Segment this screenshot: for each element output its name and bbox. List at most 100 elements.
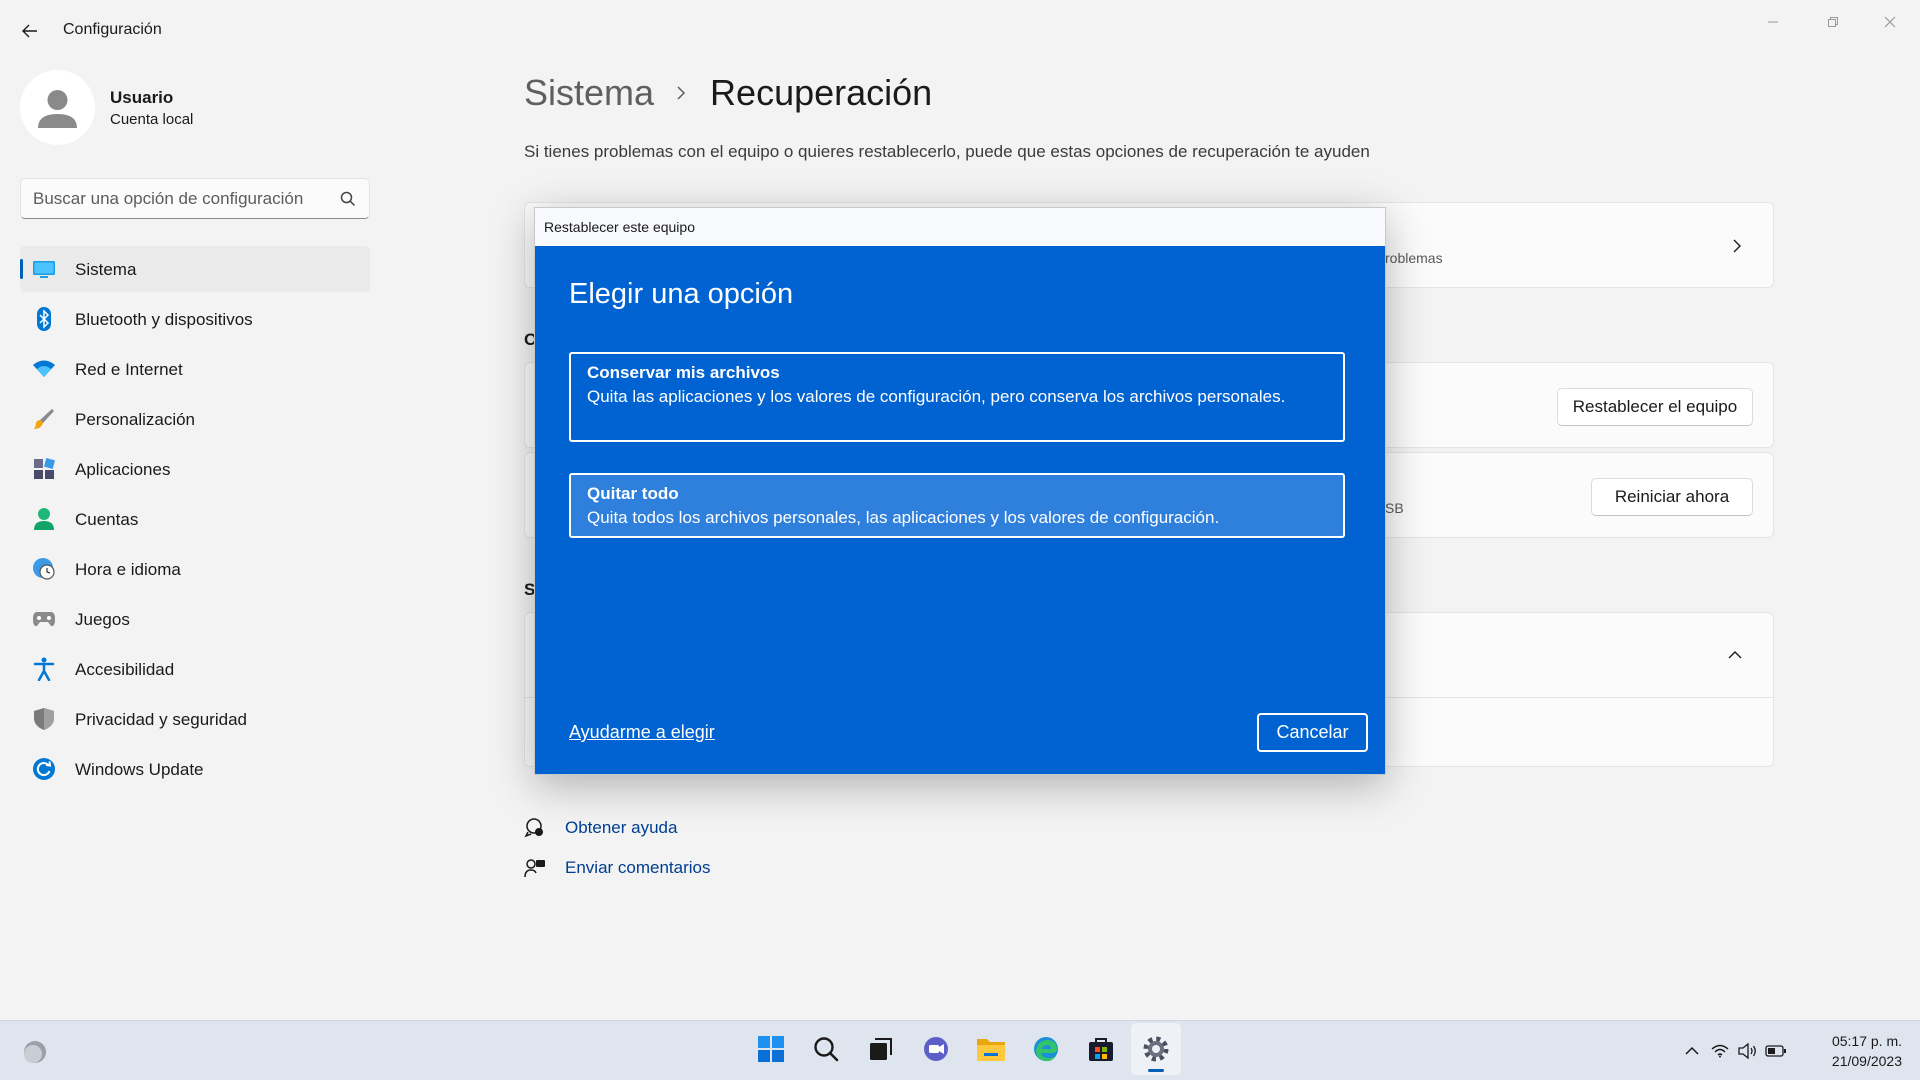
option-title: Quitar todo (587, 484, 679, 503)
help-links: Obtener ayuda Enviar comentarios (524, 808, 711, 888)
taskbar-search-button[interactable] (801, 1023, 851, 1075)
settings-icon (1143, 1036, 1169, 1062)
brush-icon (32, 407, 56, 431)
send-feedback-label[interactable]: Enviar comentarios (565, 858, 711, 878)
sidebar-item-label: Accesibilidad (75, 660, 175, 679)
sidebar-item-privacidad[interactable]: Privacidad y seguridad (20, 696, 370, 742)
restart-now-button[interactable]: Reiniciar ahora (1591, 478, 1753, 516)
chevron-right-icon (1733, 239, 1741, 253)
sidebar-item-label: Red e Internet (75, 360, 183, 379)
sidebar-item-label: Sistema (75, 260, 137, 279)
back-arrow-icon (22, 24, 37, 38)
store-button[interactable] (1076, 1023, 1126, 1075)
card-subtitle: roblemas (1385, 250, 1443, 266)
settings-taskbar-button[interactable] (1131, 1023, 1181, 1075)
get-help-link[interactable]: Obtener ayuda (524, 808, 711, 848)
file-explorer-icon (977, 1039, 1005, 1061)
option-description: Quita todos los archivos personales, las… (587, 508, 1220, 527)
minimize-icon (1768, 21, 1778, 23)
sidebar-item-red[interactable]: Red e Internet (20, 346, 370, 392)
sidebar-item-label: Bluetooth y dispositivos (75, 310, 253, 329)
dialog-titlebar: Restablecer este equipo (535, 208, 1385, 246)
sidebar-item-label: Personalización (75, 410, 196, 429)
sidebar-item-label: Cuentas (75, 510, 139, 529)
task-view-button[interactable] (856, 1023, 906, 1075)
apps-icon (32, 457, 56, 481)
sidebar-item-accesibilidad[interactable]: Accesibilidad (20, 646, 370, 692)
help-chat-icon (524, 818, 543, 838)
store-icon (1089, 1038, 1113, 1061)
start-button[interactable] (746, 1023, 796, 1075)
sidebar-item-bluetooth[interactable]: Bluetooth y dispositivos (20, 296, 370, 342)
get-help-label[interactable]: Obtener ayuda (565, 818, 677, 838)
avatar[interactable] (20, 70, 95, 145)
file-explorer-button[interactable] (966, 1023, 1016, 1075)
wifi-status-icon[interactable] (1708, 1039, 1732, 1063)
account-type: Cuenta local (110, 111, 194, 128)
search-box[interactable] (20, 178, 370, 219)
send-feedback-link[interactable]: Enviar comentarios (524, 848, 711, 888)
sidebar-item-label: Windows Update (75, 760, 204, 779)
keep-my-files-option[interactable]: Conservar mis archivos Quita las aplicac… (569, 352, 1345, 442)
volume-icon[interactable] (1736, 1039, 1760, 1063)
restore-button[interactable] (1810, 6, 1856, 38)
sidebar-item-sistema[interactable]: Sistema (20, 246, 370, 292)
battery-icon[interactable] (1764, 1039, 1788, 1063)
sidebar-item-aplicaciones[interactable]: Aplicaciones (20, 446, 370, 492)
sidebar-item-cuentas[interactable]: Cuentas (20, 496, 370, 542)
close-button[interactable] (1867, 6, 1913, 38)
shield-icon (32, 707, 56, 731)
dialog-heading: Elegir una opción (569, 278, 794, 310)
sidebar-nav: Sistema Bluetooth y dispositivos Red e I… (20, 246, 370, 796)
breadcrumb-parent[interactable]: Sistema (524, 72, 654, 114)
clock[interactable]: 05:17 p. m. 21/09/2023 (1810, 1031, 1902, 1071)
help-me-choose-link[interactable]: Ayudarme a elegir (569, 722, 715, 743)
remove-everything-option[interactable]: Quitar todo Quita todos los archivos per… (569, 473, 1345, 538)
bluetooth-icon (32, 307, 56, 331)
system-icon (32, 257, 56, 281)
show-hidden-icons-icon[interactable] (1680, 1039, 1704, 1063)
taskbar: 05:17 p. m. 21/09/2023 (0, 1020, 1920, 1080)
dialog-body: Elegir una opción Conservar mis archivos… (535, 246, 1385, 774)
chevron-right-icon (677, 86, 686, 100)
search-icon (814, 1037, 839, 1062)
edge-button[interactable] (1021, 1023, 1071, 1075)
start-icon (758, 1036, 784, 1062)
search-input[interactable] (33, 179, 333, 218)
sidebar-item-personalizacion[interactable]: Personalización (20, 396, 370, 442)
sidebar-item-juegos[interactable]: Juegos (20, 596, 370, 642)
page-description: Si tienes problemas con el equipo o quie… (524, 142, 1370, 161)
sidebar-item-label: Juegos (75, 610, 130, 629)
search-icon[interactable] (339, 190, 357, 208)
reset-pc-button[interactable]: Restablecer el equipo (1557, 388, 1753, 426)
clock-time: 05:17 p. m. (1831, 1033, 1902, 1049)
accessibility-icon (32, 657, 56, 681)
person-icon (32, 507, 56, 531)
sidebar-item-label: Hora e idioma (75, 560, 181, 579)
close-icon (1884, 16, 1896, 28)
sidebar-item-label: Aplicaciones (75, 460, 171, 479)
chevron-up-icon[interactable] (1727, 649, 1743, 661)
sidebar-item-windows-update[interactable]: Windows Update (20, 746, 370, 792)
breadcrumb: Sistema Recuperación (524, 72, 932, 114)
page-title: Recuperación (710, 72, 933, 113)
back-button[interactable] (14, 16, 46, 46)
cancel-button[interactable]: Cancelar (1257, 713, 1368, 752)
chat-button[interactable] (911, 1023, 961, 1075)
option-title: Conservar mis archivos (587, 363, 780, 382)
gamepad-icon (32, 607, 56, 631)
system-tray (1680, 1039, 1792, 1063)
weather-widget-icon[interactable] (20, 1037, 50, 1067)
sidebar-item-label: Privacidad y seguridad (75, 710, 247, 729)
user-avatar-icon (38, 90, 77, 128)
clock-globe-icon (32, 557, 56, 581)
feedback-icon (524, 859, 545, 878)
task-view-icon (870, 1038, 892, 1060)
option-description: Quita las aplicaciones y los valores de … (587, 387, 1286, 406)
sidebar-item-hora[interactable]: Hora e idioma (20, 546, 370, 592)
clock-date: 21/09/2023 (1831, 1053, 1902, 1069)
minimize-button[interactable] (1750, 6, 1796, 38)
restore-icon (1828, 17, 1838, 27)
wifi-icon (32, 357, 56, 381)
card-subtitle: SB (1385, 500, 1404, 516)
